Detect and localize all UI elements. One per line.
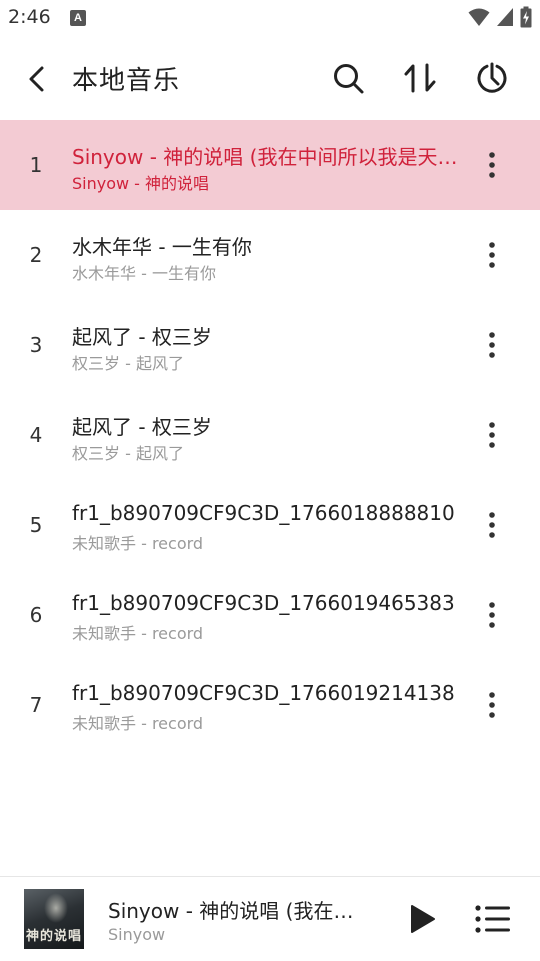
sort-button[interactable] bbox=[402, 60, 438, 96]
song-index: 7 bbox=[29, 693, 43, 717]
notification-a-icon: A bbox=[70, 10, 86, 26]
status-bar: 2:46 A bbox=[0, 0, 540, 36]
playlist-queue-button[interactable] bbox=[474, 903, 512, 935]
search-icon bbox=[334, 64, 364, 94]
more-options-button[interactable] bbox=[478, 511, 506, 539]
more-options-button[interactable] bbox=[478, 331, 506, 359]
play-icon bbox=[411, 905, 435, 933]
song-title: fr1_b890709CF9C3D_1766018888810 bbox=[72, 501, 455, 525]
song-row-6[interactable]: 6 fr1_b890709CF9C3D_1766019465383 未知歌手 -… bbox=[0, 570, 540, 660]
more-vert-icon bbox=[489, 422, 495, 448]
more-options-button[interactable] bbox=[478, 241, 506, 269]
now-playing-artist: Sinyow bbox=[108, 925, 166, 944]
song-subtitle: 权三岁 - 起风了 bbox=[72, 444, 184, 463]
song-subtitle: 未知歌手 - record bbox=[72, 624, 204, 643]
more-vert-icon bbox=[489, 332, 495, 358]
back-icon bbox=[29, 66, 44, 92]
song-title: 起风了 - 权三岁 bbox=[72, 415, 212, 439]
song-title: fr1_b890709CF9C3D_1766019214138 bbox=[72, 681, 455, 705]
cell-signal-icon bbox=[497, 8, 513, 26]
song-title: fr1_b890709CF9C3D_1766019465383 bbox=[72, 591, 455, 615]
more-vert-icon bbox=[489, 602, 495, 628]
more-vert-icon bbox=[489, 152, 495, 178]
song-index: 2 bbox=[29, 243, 43, 267]
status-icons bbox=[468, 6, 532, 28]
sleep-timer-button[interactable] bbox=[474, 60, 510, 96]
song-row-4[interactable]: 4 起风了 - 权三岁 权三岁 - 起风了 bbox=[0, 390, 540, 480]
song-subtitle: 未知歌手 - record bbox=[72, 714, 204, 733]
song-title: 水木年华 - 一生有你 bbox=[72, 235, 252, 259]
more-vert-icon bbox=[489, 692, 495, 718]
status-time: 2:46 bbox=[8, 6, 51, 28]
page-title: 本地音乐 bbox=[72, 66, 181, 96]
song-index: 3 bbox=[29, 333, 43, 357]
queue-list-icon bbox=[475, 905, 510, 933]
wifi-icon bbox=[468, 8, 490, 26]
song-row-3[interactable]: 3 起风了 - 权三岁 权三岁 - 起风了 bbox=[0, 300, 540, 390]
more-options-button[interactable] bbox=[478, 691, 506, 719]
now-playing-title: Sinyow - 神的说唱 (我在中间所以我是天神) bbox=[108, 899, 368, 923]
timer-icon bbox=[477, 62, 507, 93]
search-button[interactable] bbox=[330, 60, 366, 96]
album-cover[interactable]: 神的说唱 bbox=[24, 889, 84, 949]
song-row-5[interactable]: 5 fr1_b890709CF9C3D_1766018888810 未知歌手 -… bbox=[0, 480, 540, 570]
more-vert-icon bbox=[489, 242, 495, 268]
back-button[interactable] bbox=[22, 62, 52, 96]
more-options-button[interactable] bbox=[478, 421, 506, 449]
song-subtitle: 权三岁 - 起风了 bbox=[72, 354, 184, 373]
more-vert-icon bbox=[489, 512, 495, 538]
song-title: 起风了 - 权三岁 bbox=[72, 325, 212, 349]
song-subtitle: 未知歌手 - record bbox=[72, 534, 204, 553]
play-button[interactable] bbox=[404, 901, 440, 937]
sort-icon bbox=[404, 63, 436, 93]
more-options-button[interactable] bbox=[478, 601, 506, 629]
song-list: 1 Sinyow - 神的说唱 (我在中间所以我是天神) Sinyow - 神的… bbox=[0, 120, 540, 750]
battery-charging-icon bbox=[520, 6, 532, 28]
app-bar: 本地音乐 bbox=[0, 38, 540, 118]
song-index: 4 bbox=[29, 423, 43, 447]
song-subtitle: 水木年华 - 一生有你 bbox=[72, 264, 216, 283]
more-options-button[interactable] bbox=[478, 151, 506, 179]
cover-art-glow bbox=[44, 893, 68, 923]
song-index: 5 bbox=[29, 513, 43, 537]
song-subtitle: Sinyow - 神的说唱 bbox=[72, 174, 210, 193]
song-title: Sinyow - 神的说唱 (我在中间所以我是天神) bbox=[72, 145, 460, 169]
mini-player[interactable]: 神的说唱 Sinyow - 神的说唱 (我在中间所以我是天神) Sinyow bbox=[0, 876, 540, 961]
song-row-7[interactable]: 7 fr1_b890709CF9C3D_1766019214138 未知歌手 -… bbox=[0, 660, 540, 750]
cover-title-text: 神的说唱 bbox=[25, 929, 82, 944]
song-index: 1 bbox=[29, 153, 43, 177]
song-index: 6 bbox=[29, 603, 43, 627]
song-row-2[interactable]: 2 水木年华 - 一生有你 水木年华 - 一生有你 bbox=[0, 210, 540, 300]
song-row-1[interactable]: 1 Sinyow - 神的说唱 (我在中间所以我是天神) Sinyow - 神的… bbox=[0, 120, 540, 210]
